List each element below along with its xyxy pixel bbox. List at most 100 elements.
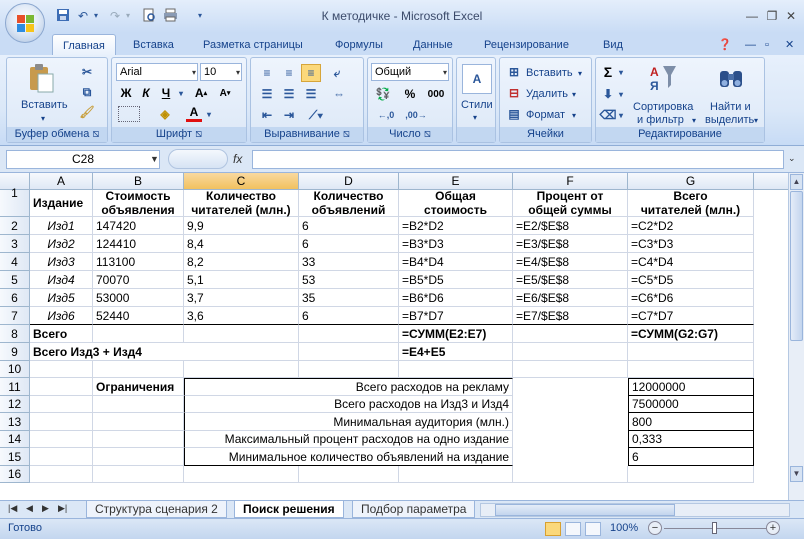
office-button[interactable] xyxy=(5,3,45,43)
horizontal-scrollbar[interactable] xyxy=(480,503,790,517)
font-name-select[interactable]: Arial ▾ xyxy=(116,63,198,81)
tab-page-layout[interactable]: Разметка страницы xyxy=(203,37,303,53)
sort-filter-line1[interactable]: Сортировка xyxy=(633,100,693,114)
cell[interactable] xyxy=(184,343,299,361)
format-dropdown-icon[interactable]: ▾ xyxy=(572,109,576,123)
align-right-icon[interactable]: ☰ xyxy=(301,85,321,103)
zoom-in-button[interactable]: + xyxy=(766,521,780,535)
table-cell[interactable]: 3,7 xyxy=(184,289,299,307)
table-cell[interactable]: =C3*D3 xyxy=(628,235,754,253)
worksheet-grid[interactable]: A B C D E F G 1 2 3 4 5 6 7 8 9 10 11 12 13 14 15 16 Издание Сто… xyxy=(0,173,790,500)
expand-formula-bar-icon[interactable]: ⌄ xyxy=(788,153,796,164)
cell[interactable] xyxy=(93,413,184,431)
table-cell[interactable]: =B7*D7 xyxy=(399,307,513,325)
cell[interactable] xyxy=(30,361,93,378)
align-bottom-icon[interactable]: ≡ xyxy=(301,64,321,82)
table-cell[interactable]: =C2*D2 xyxy=(628,217,754,235)
table-cell[interactable]: 124410 xyxy=(93,235,184,253)
table-cell[interactable]: 6 xyxy=(299,217,399,235)
paste-button[interactable]: Вставить xyxy=(21,98,68,112)
insert-function-button[interactable]: fx xyxy=(233,152,242,166)
cell[interactable] xyxy=(30,431,93,448)
row-header[interactable]: 5 xyxy=(0,271,30,289)
clear-dropdown-icon[interactable]: ▾ xyxy=(616,106,626,124)
subtotal-formula[interactable]: =E4+E5 xyxy=(399,343,513,361)
table-cell[interactable]: =B4*D4 xyxy=(399,253,513,271)
sheet-tab-active[interactable]: Поиск решения xyxy=(234,501,344,518)
sort-filter-line2[interactable]: и фильтр xyxy=(637,113,684,127)
header-cell[interactable]: Всего читателей (млн.) xyxy=(628,189,754,217)
row-header[interactable]: 8 xyxy=(0,325,30,343)
header-cell[interactable]: Процент от общей суммы xyxy=(513,189,628,217)
row-header[interactable]: 6 xyxy=(0,289,30,307)
row-header[interactable]: 11 xyxy=(0,378,30,396)
row-header[interactable]: 15 xyxy=(0,448,30,466)
clear-icon[interactable]: ⌫ xyxy=(600,106,617,124)
currency-format-icon[interactable]: 💱 xyxy=(371,85,395,103)
cell[interactable] xyxy=(30,396,93,413)
autosum-button[interactable]: Σ xyxy=(600,63,616,81)
constraint-text[interactable]: Всего расходов на рекламу xyxy=(184,378,513,396)
dialog-launcher-icon[interactable]: ⧅ xyxy=(92,128,99,140)
font-color-dropdown-icon[interactable]: ▾ xyxy=(204,106,214,122)
row-header[interactable]: 10 xyxy=(0,361,30,378)
cut-icon[interactable]: ✂ xyxy=(79,64,95,80)
table-cell[interactable]: 53 xyxy=(299,271,399,289)
constraint-value[interactable]: 800 xyxy=(628,413,754,431)
sheet-tab[interactable]: Подбор параметра xyxy=(352,501,476,518)
table-cell[interactable]: =C6*D6 xyxy=(628,289,754,307)
restore-icon[interactable]: ❐ xyxy=(765,9,779,23)
row-header[interactable]: 1 xyxy=(0,186,30,217)
table-cell[interactable]: 5,1 xyxy=(184,271,299,289)
table-cell[interactable]: 35 xyxy=(299,289,399,307)
sheet-tab[interactable]: Структура сценария 2 xyxy=(86,501,227,518)
header-cell[interactable]: Количество читателей (млн.) xyxy=(184,189,299,217)
close-icon[interactable]: ✕ xyxy=(784,9,798,23)
cell[interactable] xyxy=(513,466,628,483)
table-cell[interactable]: 3,6 xyxy=(184,307,299,325)
find-select-line1[interactable]: Найти и xyxy=(710,100,751,114)
table-cell[interactable]: 6 xyxy=(299,307,399,325)
decrease-decimal-icon[interactable]: ,00→ xyxy=(403,106,429,124)
sort-filter-icon[interactable]: AЯ xyxy=(648,61,678,95)
table-cell[interactable]: =B5*D5 xyxy=(399,271,513,289)
find-select-dropdown-icon[interactable]: ▾ xyxy=(754,114,758,128)
fill-icon[interactable]: ⬇ xyxy=(600,85,616,103)
header-cell[interactable]: Количество объявлений xyxy=(299,189,399,217)
insert-cells-icon[interactable]: ⊞ xyxy=(506,64,522,80)
table-cell[interactable]: Изд3 xyxy=(30,253,93,271)
table-cell[interactable]: =C4*D4 xyxy=(628,253,754,271)
column-header-A[interactable]: A xyxy=(30,173,93,190)
fill-color-icon[interactable]: ◈ xyxy=(154,106,176,122)
table-cell[interactable]: =E3/$E$8 xyxy=(513,235,628,253)
table-cell[interactable]: 147420 xyxy=(93,217,184,235)
table-cell[interactable]: =C7*D7 xyxy=(628,307,754,325)
row-header[interactable]: 9 xyxy=(0,343,30,361)
tab-data[interactable]: Данные xyxy=(413,37,453,53)
cell[interactable] xyxy=(513,325,628,343)
copy-icon[interactable]: ⧉ xyxy=(79,84,95,100)
help-icon[interactable]: ❓ xyxy=(718,37,732,53)
table-cell[interactable]: =B2*D2 xyxy=(399,217,513,235)
delete-dropdown-icon[interactable]: ▾ xyxy=(572,88,576,102)
cell[interactable] xyxy=(184,466,299,483)
tab-insert[interactable]: Вставка xyxy=(133,37,174,53)
constraint-text[interactable]: Максимальный процент расходов на одно из… xyxy=(184,431,513,448)
bold-button[interactable]: Ж xyxy=(118,85,134,101)
styles-dropdown-icon[interactable]: ▾ xyxy=(473,111,477,125)
subtotal-label[interactable]: Всего Изд3 + Изд4 xyxy=(30,343,184,361)
underline-button[interactable]: Ч xyxy=(158,85,174,101)
table-cell[interactable]: Изд1 xyxy=(30,217,93,235)
insert-dropdown-icon[interactable]: ▾ xyxy=(578,67,582,81)
table-cell[interactable]: Изд4 xyxy=(30,271,93,289)
font-color-button[interactable]: А xyxy=(186,104,202,122)
column-header-D[interactable]: D xyxy=(299,173,399,190)
ribbon-minimize-icon[interactable]: — xyxy=(745,37,756,53)
table-cell[interactable]: =E4/$E$8 xyxy=(513,253,628,271)
orientation-icon[interactable]: ⟋▾ xyxy=(303,106,329,124)
cell[interactable] xyxy=(184,325,299,343)
first-sheet-icon[interactable]: |◀ xyxy=(8,503,17,514)
grow-font-icon[interactable]: A ▴ xyxy=(192,85,210,101)
paste-icon[interactable] xyxy=(25,62,57,94)
table-cell[interactable]: Изд5 xyxy=(30,289,93,307)
